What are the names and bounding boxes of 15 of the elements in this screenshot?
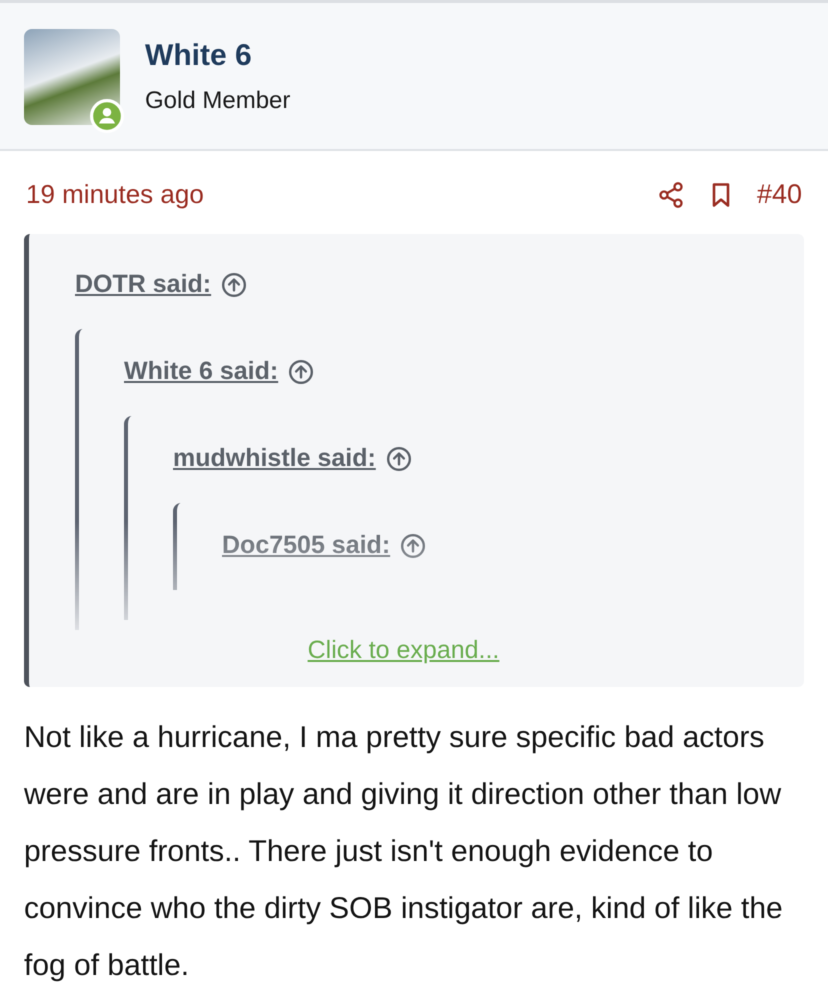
post-number-link[interactable]: #40	[756, 179, 802, 210]
user-title: Gold Member	[145, 87, 290, 115]
quote-author-link[interactable]: Doc7505 said:	[222, 531, 390, 560]
post-text: Not like a hurricane, I ma pretty sure specific bad actors were and are in play and giving it direction other than low pressure fronts.. There just isn't enough evidence to convince who the dirty SOB instigator are, kind of like the fog of battle.	[24, 720, 784, 984]
username-link[interactable]: White 6	[145, 39, 290, 73]
share-icon[interactable]	[656, 180, 685, 208]
post-time-link[interactable]: 19 minutes ago	[26, 179, 204, 210]
arrow-up-circle-icon[interactable]	[221, 272, 248, 298]
arrow-up-circle-icon[interactable]	[400, 532, 426, 558]
avatar-photo-placeholder[interactable]	[24, 29, 120, 125]
arrow-up-circle-icon[interactable]	[288, 358, 314, 384]
quote-author-link[interactable]: White 6 said:	[124, 357, 278, 386]
quote-author-link[interactable]: mudwhistle said:	[173, 444, 376, 473]
quote-author-link[interactable]: DOTR said:	[75, 270, 212, 299]
arrow-up-circle-icon[interactable]	[386, 446, 412, 472]
